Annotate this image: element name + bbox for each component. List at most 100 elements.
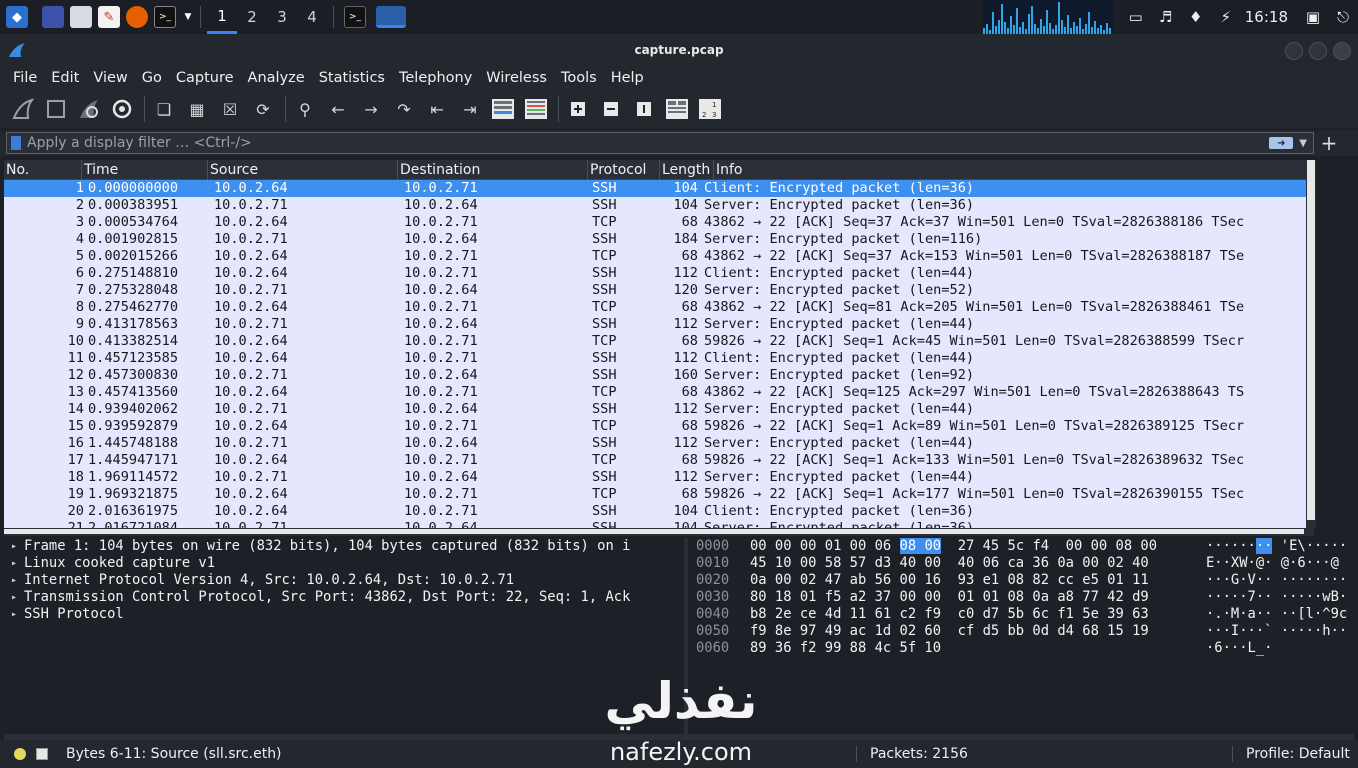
column-source[interactable]: Source [208,160,398,180]
go-forward-icon[interactable]: → [356,94,386,124]
expert-info-icon[interactable] [14,748,26,760]
reload-file-icon[interactable]: ⟳ [248,94,278,124]
pane-splitter[interactable] [684,538,688,734]
detail-row-frame[interactable]: ▸ Frame 1: 104 bytes on wire (832 bits), … [4,538,682,555]
workspace-3[interactable]: 3 [267,0,297,34]
table-row[interactable]: 8 0.275462770 10.0.2.64 10.0.2.71 TCP 68 43862… [4,299,1314,316]
menu-view[interactable]: View [93,70,127,86]
last-packet-icon[interactable]: ⇥ [455,94,485,124]
zoom-out-icon[interactable] [596,94,626,124]
detail-row-ssh[interactable]: ▸ SSH Protocol [4,606,682,623]
table-row[interactable]: 6 0.275148810 10.0.2.64 10.0.2.71 SSH 112 Clie… [4,265,1314,282]
display-filter-input[interactable]: Apply a display filter … <Ctrl-/> ➜ ▼ [6,132,1314,154]
minimize-button[interactable] [1285,42,1303,60]
hex-row[interactable]: 0010 45 10 00 58 57 d3 40 00 40 06 ca 36 … [690,555,1354,572]
close-file-icon[interactable]: ☒ [215,94,245,124]
packet-list-hscroll[interactable] [4,528,1314,536]
volume-icon[interactable]: ♬ [1151,0,1181,34]
menu-wireless[interactable]: Wireless [486,70,547,86]
table-row[interactable]: 14 0.939402062 10.0.2.71 10.0.2.64 SSH 112 Ser… [4,401,1314,418]
terminal-icon[interactable]: >_ [154,6,176,28]
workspace-1[interactable]: 1 [207,0,237,34]
menu-tools[interactable]: Tools [561,70,597,86]
menu-help[interactable]: Help [611,70,644,86]
autoscroll-icon[interactable] [488,94,518,124]
power-manager-icon[interactable]: ⚡ [1211,0,1241,34]
start-capture-icon[interactable] [8,94,38,124]
bookmark-icon[interactable] [11,136,21,150]
table-row[interactable]: 4 0.001902815 10.0.2.71 10.0.2.64 SSH 184 Serv… [4,231,1314,248]
table-row[interactable]: 9 0.413178563 10.0.2.71 10.0.2.64 SSH 112 Serv… [4,316,1314,333]
table-row[interactable]: 7 0.275328048 10.0.2.71 10.0.2.64 SSH 120 Serv… [4,282,1314,299]
capture-comment-icon[interactable] [36,748,48,760]
table-row[interactable]: 11 0.457123585 10.0.2.64 10.0.2.71 SSH 112 Cli… [4,350,1314,367]
table-row[interactable]: 3 0.000534764 10.0.2.64 10.0.2.71 TCP 68 43862… [4,214,1314,231]
save-file-icon[interactable]: ▦ [182,94,212,124]
kali-menu-icon[interactable]: ◆ [6,6,28,28]
open-file-icon[interactable]: ❏ [149,94,179,124]
packet-list-vscroll[interactable] [1306,160,1316,528]
table-row[interactable]: 21 2.016721084 10.0.2.71 10.0.2.64 SSH 104 Ser… [4,520,1314,528]
display-icon[interactable]: ▭ [1121,0,1151,34]
text-editor-icon[interactable]: ✎ [98,6,120,28]
detail-row-ip[interactable]: ▸ Internet Protocol Version 4, Src: 10.0.… [4,572,682,589]
expand-arrow-icon[interactable]: ▸ [4,589,24,606]
expand-arrow-icon[interactable]: ▸ [4,538,24,555]
status-profile[interactable]: Profile: Default [1246,746,1350,762]
wireshark-window-icon[interactable] [376,6,406,28]
column-info[interactable]: Info [714,160,1314,180]
workspace-4[interactable]: 4 [297,0,327,34]
terminal-window-icon[interactable]: >_ [344,6,366,28]
resize-columns-icon[interactable] [662,94,692,124]
menu-telephony[interactable]: Telephony [399,70,472,86]
menu-go[interactable]: Go [142,70,162,86]
table-row[interactable]: 10 0.413382514 10.0.2.64 10.0.2.71 TCP 68 5982… [4,333,1314,350]
menu-statistics[interactable]: Statistics [319,70,385,86]
table-row[interactable]: 19 1.969321875 10.0.2.64 10.0.2.71 TCP 68 5982… [4,486,1314,503]
first-packet-icon[interactable]: ⇤ [422,94,452,124]
menu-file[interactable]: File [13,70,37,86]
table-row[interactable]: 15 0.939592879 10.0.2.64 10.0.2.71 TCP 68 5982… [4,418,1314,435]
chevron-down-icon[interactable]: ▼ [1299,138,1307,149]
hex-row[interactable]: 0000 00 00 00 01 00 06 08 00 27 45 5c f4 … [690,538,1354,555]
apply-filter-icon[interactable]: ➜ [1269,137,1294,149]
hex-row[interactable]: 0050 f9 8e 97 49 ac 1d 02 60 cf d5 bb 0d … [690,623,1354,640]
scroll-thumb[interactable] [4,529,1304,534]
expand-arrow-icon[interactable]: ▸ [4,606,24,623]
hex-row[interactable]: 0020 0a 00 02 47 ab 56 00 16 93 e1 08 82 … [690,572,1354,589]
menu-analyze[interactable]: Analyze [248,70,305,86]
table-row[interactable]: 16 1.445748188 10.0.2.71 10.0.2.64 SSH 112 Ser… [4,435,1314,452]
table-row[interactable]: 1 0.000000000 10.0.2.64 10.0.2.71 SSH 104 Clie… [4,180,1314,197]
restart-capture-icon[interactable] [74,94,104,124]
table-row[interactable]: 18 1.969114572 10.0.2.71 10.0.2.64 SSH 112 Ser… [4,469,1314,486]
column-protocol[interactable]: Protocol [588,160,660,180]
stop-capture-icon[interactable] [41,94,71,124]
clock[interactable]: 16:18 [1245,8,1288,26]
hex-row[interactable]: 0060 89 36 f2 99 88 4c 5f 10 ·6···L_· [690,640,1354,657]
detail-row-sll[interactable]: ▸ Linux cooked capture v1 [4,555,682,572]
column-destination[interactable]: Destination [398,160,588,180]
column-time[interactable]: Time [82,160,208,180]
hex-row[interactable]: 0040 b8 2e ce 4d 11 61 c2 f9 c0 d7 5b 6c … [690,606,1354,623]
detail-row-tcp[interactable]: ▸ Transmission Control Protocol, Src Port… [4,589,682,606]
add-filter-button-icon[interactable]: + [1318,130,1340,156]
hex-row[interactable]: 0030 80 18 01 f5 a2 37 00 00 01 01 08 0a … [690,589,1354,606]
logout-icon[interactable]: ⎋ [1328,0,1358,34]
file-manager-icon[interactable] [70,6,92,28]
lock-icon[interactable]: ▣ [1298,0,1328,34]
scroll-thumb[interactable] [1307,160,1315,520]
status-packets[interactable]: Packets: 2156 [870,746,968,762]
close-button[interactable] [1333,42,1351,60]
workspace-2[interactable]: 2 [237,0,267,34]
capture-options-icon[interactable] [107,94,137,124]
notification-bell-icon[interactable]: ♦ [1181,0,1211,34]
table-row[interactable]: 5 0.002015266 10.0.2.64 10.0.2.71 TCP 68 43862… [4,248,1314,265]
menu-edit[interactable]: Edit [51,70,79,86]
maximize-button[interactable] [1309,42,1327,60]
expand-arrow-icon[interactable]: ▸ [4,555,24,572]
column-no[interactable]: No. [4,160,82,180]
normal-size-icon[interactable] [629,94,659,124]
table-row[interactable]: 12 0.457300830 10.0.2.71 10.0.2.64 SSH 160 Ser… [4,367,1314,384]
firefox-icon[interactable] [126,6,148,28]
go-back-icon[interactable]: ← [323,94,353,124]
